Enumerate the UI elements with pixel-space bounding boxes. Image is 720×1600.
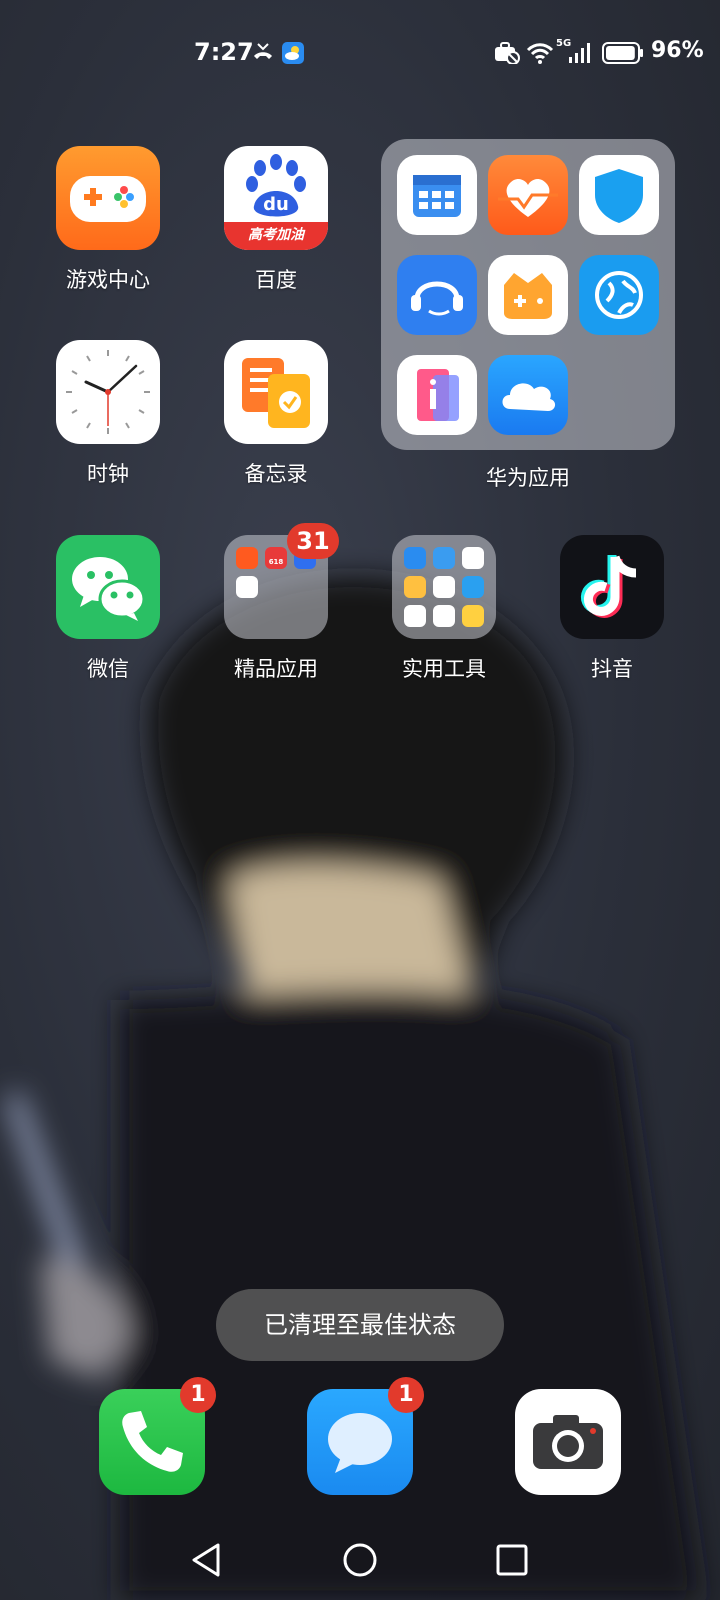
phone-badge: 1 <box>180 1377 216 1413</box>
svg-text:du: du <box>263 194 289 215</box>
app-memo[interactable]: 备忘录 <box>206 340 346 488</box>
compass-mini-icon <box>462 576 484 598</box>
app-douyin[interactable]: 抖音 <box>542 535 682 683</box>
home-button[interactable] <box>342 1542 378 1578</box>
app-clock[interactable]: 时钟 <box>38 340 178 488</box>
browser-globe-icon[interactable] <box>579 255 659 335</box>
app-label: 时钟 <box>87 462 129 486</box>
calendar-icon[interactable] <box>397 155 477 235</box>
game-icon[interactable] <box>488 255 568 335</box>
app-label: 微信 <box>87 657 129 681</box>
weather-mini-icon <box>433 547 455 569</box>
dock-camera[interactable] <box>515 1389 621 1495</box>
app-label: 抖音 <box>591 657 633 681</box>
weather-app-icon <box>282 42 304 64</box>
cloud-icon[interactable] <box>488 355 568 435</box>
security-shield-icon[interactable] <box>579 155 659 235</box>
health-icon[interactable] <box>488 155 568 235</box>
baidu-banner-text: 高考加油 <box>248 227 304 243</box>
signal-icon <box>569 43 590 63</box>
service-icon[interactable] <box>397 255 477 335</box>
folder-icon <box>392 535 496 639</box>
app-label: 备忘录 <box>244 462 308 486</box>
app-mini-icon <box>236 547 258 569</box>
huawei-apps-folder[interactable] <box>381 139 675 450</box>
taobao-618-icon: 618 <box>265 547 287 569</box>
app-label: 百度 <box>255 268 297 292</box>
battery-percent: 96% <box>651 38 704 63</box>
status-bar: 7:27 5G 96% <box>0 0 720 100</box>
app-folder-tools[interactable]: 实用工具 <box>374 535 514 683</box>
recorder-mini-icon <box>433 576 455 598</box>
game-center-icon <box>56 146 160 250</box>
memo-icon <box>224 340 328 444</box>
recents-button[interactable] <box>496 1544 528 1576</box>
app-game-center[interactable]: 游戏中心 <box>38 146 178 294</box>
flashlight-mini-icon <box>433 605 455 627</box>
mini-icon <box>404 605 426 627</box>
toast-message: 已清理至最佳状态 <box>216 1289 504 1361</box>
contacts-mini-icon <box>404 547 426 569</box>
files-mini-icon <box>404 576 426 598</box>
notes-mini-icon <box>462 605 484 627</box>
back-button[interactable] <box>190 1542 222 1578</box>
clock-icon <box>56 340 160 444</box>
huawei-folder-label: 华为应用 <box>486 466 570 490</box>
messages-badge: 1 <box>388 1377 424 1413</box>
app-label: 实用工具 <box>402 657 486 681</box>
tips-icon[interactable] <box>397 355 477 435</box>
camera-icon <box>533 1415 603 1469</box>
wifi-icon <box>526 43 554 64</box>
vpn-briefcase-icon <box>495 42 520 64</box>
app-label: 游戏中心 <box>66 268 150 292</box>
app-mini-icon <box>236 576 258 598</box>
notification-badge: 31 <box>287 523 339 559</box>
app-baidu[interactable]: du 高考加油 百度 <box>206 146 346 294</box>
calculator-mini-icon <box>462 547 484 569</box>
app-label: 精品应用 <box>234 657 318 681</box>
douyin-icon <box>560 535 664 639</box>
battery-icon <box>602 42 643 64</box>
status-time: 7:27 <box>194 38 254 66</box>
mini-618-label: 618 <box>268 558 284 566</box>
baidu-icon: du 高考加油 <box>224 146 328 250</box>
app-wechat[interactable]: 微信 <box>38 535 178 683</box>
app-folder-premium[interactable]: 618 31 精品应用 <box>206 523 346 683</box>
wechat-icon <box>56 535 160 639</box>
missed-call-icon <box>254 43 272 59</box>
